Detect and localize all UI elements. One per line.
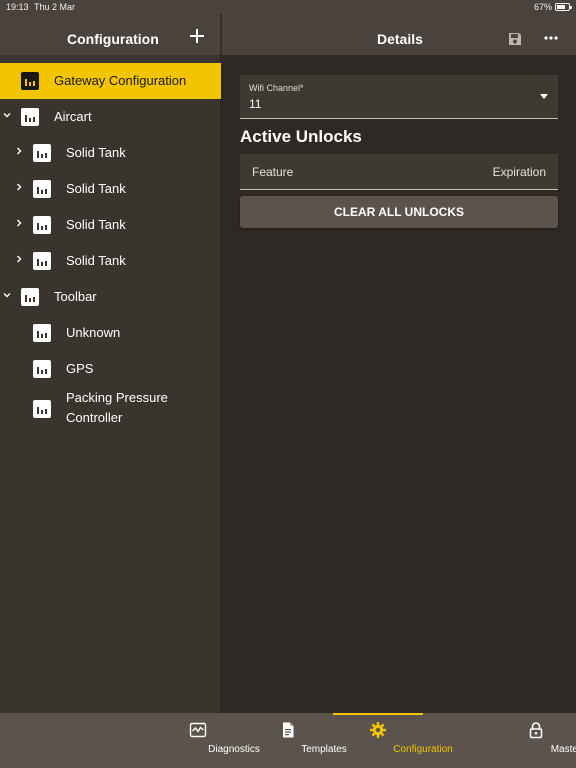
add-icon[interactable] [189, 28, 205, 44]
lock-icon [529, 722, 543, 739]
status-time: 19:13 [6, 2, 29, 12]
gear-icon [370, 722, 386, 738]
tree-item-solid-tank[interactable]: Solid Tank [0, 207, 221, 243]
tree-item-label: Unknown [66, 325, 121, 340]
configuration-header: Configuration [0, 14, 221, 55]
configuration-title: Configuration [67, 31, 159, 47]
tree-item-label: Toolbar [54, 289, 97, 304]
tree-item-toolbar[interactable]: Toolbar [0, 279, 221, 315]
device-icon [33, 400, 51, 418]
battery-percentage: 67% [533, 2, 552, 12]
save-icon[interactable] [508, 32, 522, 46]
status-bar: 19:13 Thu 2 Mar 67% [0, 0, 576, 14]
chevron-right-icon[interactable] [15, 219, 23, 227]
tree-item-packing-pressure-controller[interactable]: Packing Pressure Controller [0, 387, 221, 431]
bottom-navigation: Diagnostics Templates Configuration Mast… [0, 713, 576, 768]
tree-item-gateway-configuration[interactable]: Gateway Configuration [0, 63, 221, 99]
tree-item-label: Packing Pressure Controller [66, 390, 168, 425]
device-icon [33, 144, 51, 162]
tree-item-solid-tank[interactable]: Solid Tank [0, 135, 221, 171]
nav-label: Configuration [393, 744, 453, 755]
status-date: Thu 2 Mar [34, 2, 76, 12]
device-icon [33, 252, 51, 270]
active-unlocks-title: Active Unlocks [240, 127, 362, 146]
caret-down-icon [540, 94, 548, 99]
tree-item-label: Solid Tank [66, 217, 126, 232]
device-icon [33, 360, 51, 378]
chevron-down-icon[interactable] [3, 291, 11, 299]
device-icon [21, 288, 39, 306]
nav-diagnostics[interactable]: Diagnostics [162, 713, 260, 768]
details-header: Details [222, 14, 576, 55]
chevron-down-icon[interactable] [3, 111, 11, 119]
device-icon [21, 108, 39, 126]
diagnostics-icon [189, 722, 207, 738]
chevron-right-icon[interactable] [15, 183, 23, 191]
device-icon [33, 324, 51, 342]
details-title: Details [377, 31, 423, 47]
tree-item-aircart[interactable]: Aircart [0, 99, 221, 135]
tree-item-label: GPS [66, 361, 94, 376]
column-header-feature[interactable]: Feature [252, 165, 293, 179]
wifi-channel-label: Wifi Channel* [249, 83, 304, 93]
nav-templates[interactable]: Templates [252, 713, 347, 768]
tree-item-solid-tank[interactable]: Solid Tank [0, 243, 221, 279]
configuration-tree: Gateway Configuration Aircart Solid Tank… [0, 55, 221, 713]
column-header-expiration[interactable]: Expiration [493, 165, 546, 179]
battery-icon [555, 3, 572, 11]
tree-item-label: Solid Tank [66, 253, 126, 268]
details-panel: Wifi Channel* 11 Active Unlocks Feature … [222, 55, 576, 713]
nav-configuration[interactable]: Configuration [333, 713, 453, 768]
tree-item-label: Solid Tank [66, 145, 126, 160]
nav-master[interactable]: Master [506, 713, 576, 768]
tree-item-label: Gateway Configuration [54, 73, 187, 88]
document-icon [283, 722, 294, 738]
unlocks-table-header: Feature Expiration [240, 154, 558, 190]
chevron-right-icon[interactable] [15, 255, 23, 263]
tree-item-label: Aircart [54, 109, 92, 124]
tree-item-solid-tank[interactable]: Solid Tank [0, 171, 221, 207]
tree-item-unknown[interactable]: Unknown [0, 315, 221, 351]
device-icon [33, 180, 51, 198]
tree-item-label: Solid Tank [66, 181, 126, 196]
device-icon [33, 216, 51, 234]
device-icon [21, 72, 39, 90]
wifi-channel-select[interactable]: Wifi Channel* 11 [240, 75, 558, 119]
more-options-icon[interactable] [544, 36, 558, 40]
wifi-channel-value: 11 [249, 97, 262, 111]
chevron-right-icon[interactable] [15, 147, 23, 155]
clear-all-unlocks-button[interactable]: CLEAR ALL UNLOCKS [240, 196, 558, 228]
nav-label: Master [550, 744, 576, 755]
tree-item-gps[interactable]: GPS [0, 351, 221, 387]
